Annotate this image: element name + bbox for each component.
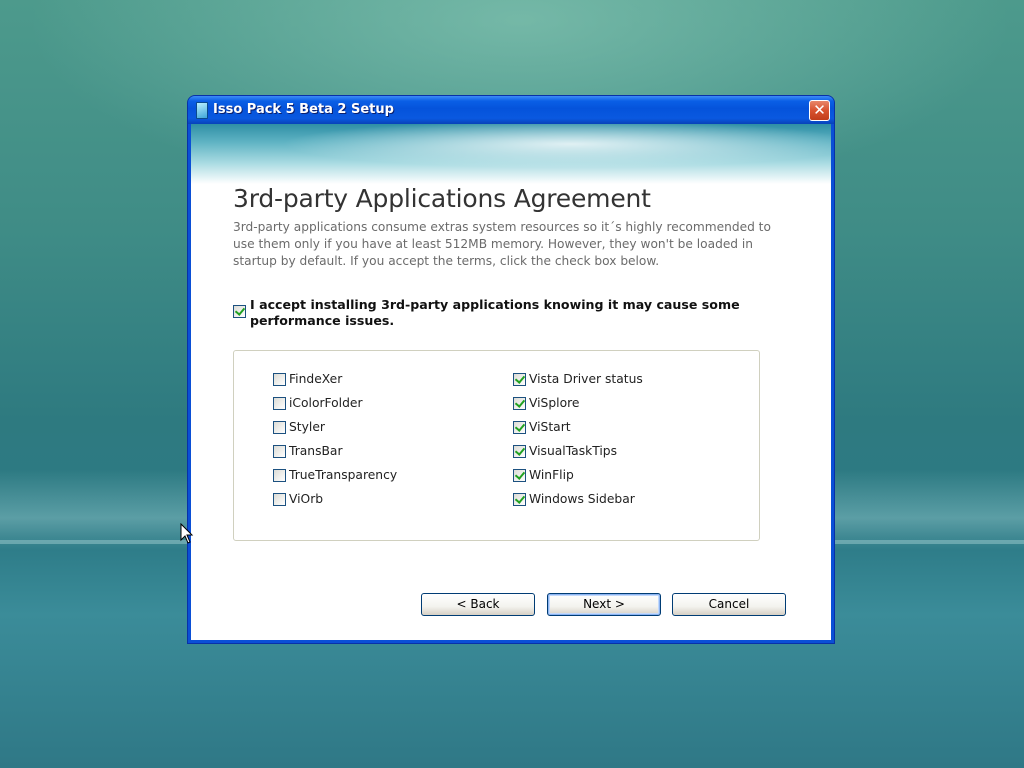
window-content: 3rd-party Applications Agreement 3rd-par… [191,124,831,640]
app-checkbox-findexer[interactable] [273,373,286,386]
cancel-button[interactable]: Cancel [672,593,786,616]
app-checkbox-icolorfolder[interactable] [273,397,286,410]
app-label: ViOrb [289,492,324,506]
page-title: 3rd-party Applications Agreement [233,184,651,213]
window-title: Isso Pack 5 Beta 2 Setup [213,102,394,117]
app-checkbox-transbar[interactable] [273,445,286,458]
app-checkbox-vista-driver-status[interactable] [513,373,526,386]
applications-list: FindeXer iColorFolder Styler TransBar TrueTr… [233,350,760,541]
title-bar[interactable]: Isso Pack 5 Beta 2 Setup ✕ [188,96,834,124]
accept-terms-checkbox[interactable] [233,305,246,318]
app-label: VisualTaskTips [529,444,618,458]
close-icon: ✕ [813,101,826,119]
header-banner [191,124,831,184]
app-label: ViStart [529,420,571,434]
app-checkbox-winflip[interactable] [513,469,526,482]
page-description: 3rd-party applications consume extras sy… [233,220,771,268]
setup-window: Isso Pack 5 Beta 2 Setup ✕ 3rd-party App… [188,96,834,643]
app-checkbox-visplore[interactable] [513,397,526,410]
next-button[interactable]: Next > [547,593,661,616]
app-label: WinFlip [529,468,574,482]
accept-terms-label: I accept installing 3rd-party applicatio… [250,297,740,328]
app-label: iColorFolder [289,396,363,410]
app-checkbox-viorb[interactable] [273,493,286,506]
app-label: ViSplore [529,396,580,410]
app-checkbox-visualtasktips[interactable] [513,445,526,458]
close-button[interactable]: ✕ [809,100,830,121]
app-checkbox-windows-sidebar[interactable] [513,493,526,506]
app-label: TrueTransparency [289,468,398,482]
app-checkbox-truetransparency[interactable] [273,469,286,482]
app-label: Styler [289,420,325,434]
app-checkbox-styler[interactable] [273,421,286,434]
app-label: Vista Driver status [529,372,643,386]
app-checkbox-vistart[interactable] [513,421,526,434]
back-button[interactable]: < Back [421,593,535,616]
app-label: TransBar [289,444,343,458]
setup-app-icon [196,102,208,119]
app-label: FindeXer [289,372,343,386]
app-label: Windows Sidebar [529,492,635,506]
